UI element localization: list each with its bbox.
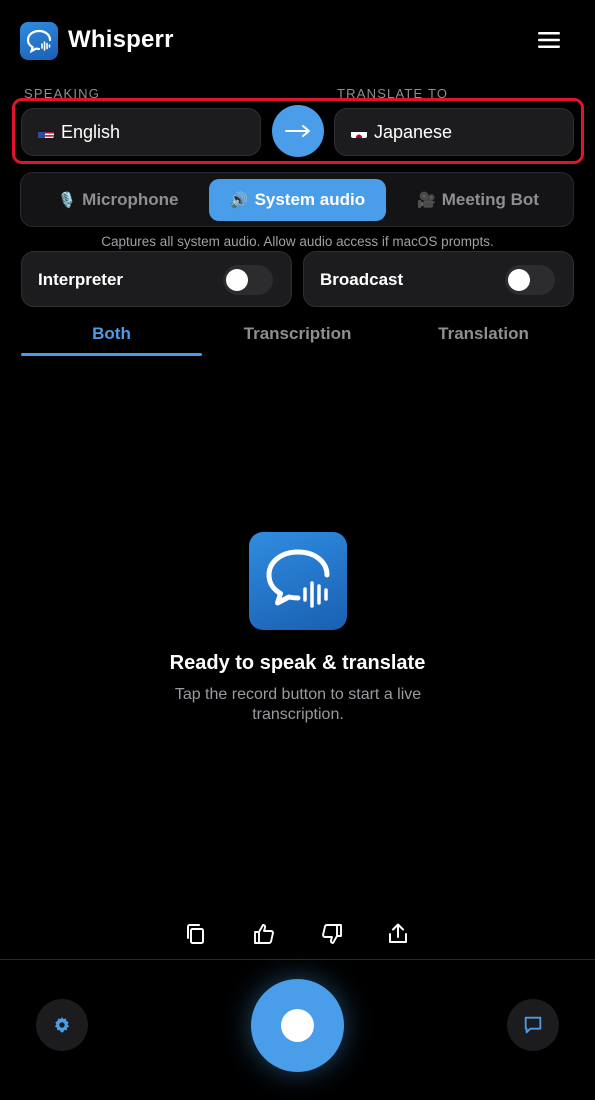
source-language-select[interactable]: English xyxy=(21,108,261,156)
tab-both[interactable]: Both xyxy=(21,324,202,354)
source-language-value: English xyxy=(61,121,121,142)
microphone-icon: 🎙️ xyxy=(57,192,77,209)
target-language-select[interactable]: Japanese xyxy=(334,108,574,156)
record-button[interactable] xyxy=(251,979,344,1072)
chat-button[interactable] xyxy=(507,999,559,1051)
app-logo-icon xyxy=(20,22,58,60)
active-tab-indicator xyxy=(21,353,202,356)
speaker-icon: 🔊 xyxy=(229,192,249,209)
arrow-right-icon xyxy=(285,125,310,137)
thumbs-up-icon[interactable] xyxy=(252,922,276,946)
app-title: Whisperr xyxy=(68,26,174,53)
interpreter-card: Interpreter xyxy=(21,251,292,307)
source-microphone-label: Microphone xyxy=(82,190,179,209)
broadcast-card: Broadcast xyxy=(303,251,574,307)
tab-translation[interactable]: Translation xyxy=(393,324,574,354)
interpreter-label: Interpreter xyxy=(38,270,124,289)
source-system-audio-label: System audio xyxy=(254,190,366,209)
thumbs-down-icon[interactable] xyxy=(320,922,344,946)
broadcast-toggle[interactable] xyxy=(505,265,555,295)
japan-flag-icon xyxy=(351,127,367,138)
swap-languages-button[interactable] xyxy=(272,105,324,157)
gear-icon xyxy=(54,1017,70,1033)
target-language-value: Japanese xyxy=(374,121,453,142)
interpreter-toggle[interactable] xyxy=(223,265,273,295)
share-icon[interactable] xyxy=(386,922,410,946)
hamburger-menu-icon[interactable] xyxy=(537,28,561,52)
broadcast-label: Broadcast xyxy=(320,270,404,289)
bottom-divider xyxy=(0,959,595,960)
header: Whisperr xyxy=(20,22,575,60)
settings-button[interactable] xyxy=(36,999,88,1051)
speech-bubble-icon xyxy=(249,532,347,630)
source-meeting-bot-label: Meeting Bot xyxy=(441,190,539,209)
record-dot-icon xyxy=(281,1009,314,1042)
source-microphone-button[interactable]: 🎙️ Microphone xyxy=(29,179,207,221)
audio-source-hint: Captures all system audio. Allow audio a… xyxy=(101,234,494,249)
empty-state-subtitle: Tap the record button to start a live tr… xyxy=(174,686,422,723)
empty-state-title: Ready to speak & translate xyxy=(169,652,426,674)
audio-source-selector: 🎙️ Microphone 🔊 System audio 🎥 Meeting B… xyxy=(20,172,574,227)
source-meeting-bot-button[interactable]: 🎥 Meeting Bot xyxy=(389,179,567,221)
tab-transcription[interactable]: Transcription xyxy=(207,324,388,354)
us-flag-icon xyxy=(38,127,54,138)
source-system-audio-button[interactable]: 🔊 System audio xyxy=(209,179,386,221)
video-camera-icon: 🎥 xyxy=(417,192,436,209)
chat-bubble-icon xyxy=(524,1016,542,1034)
app-root: Whisperr SPEAKING TRANSLATE TO English J… xyxy=(0,0,595,1100)
copy-icon[interactable] xyxy=(184,922,208,946)
